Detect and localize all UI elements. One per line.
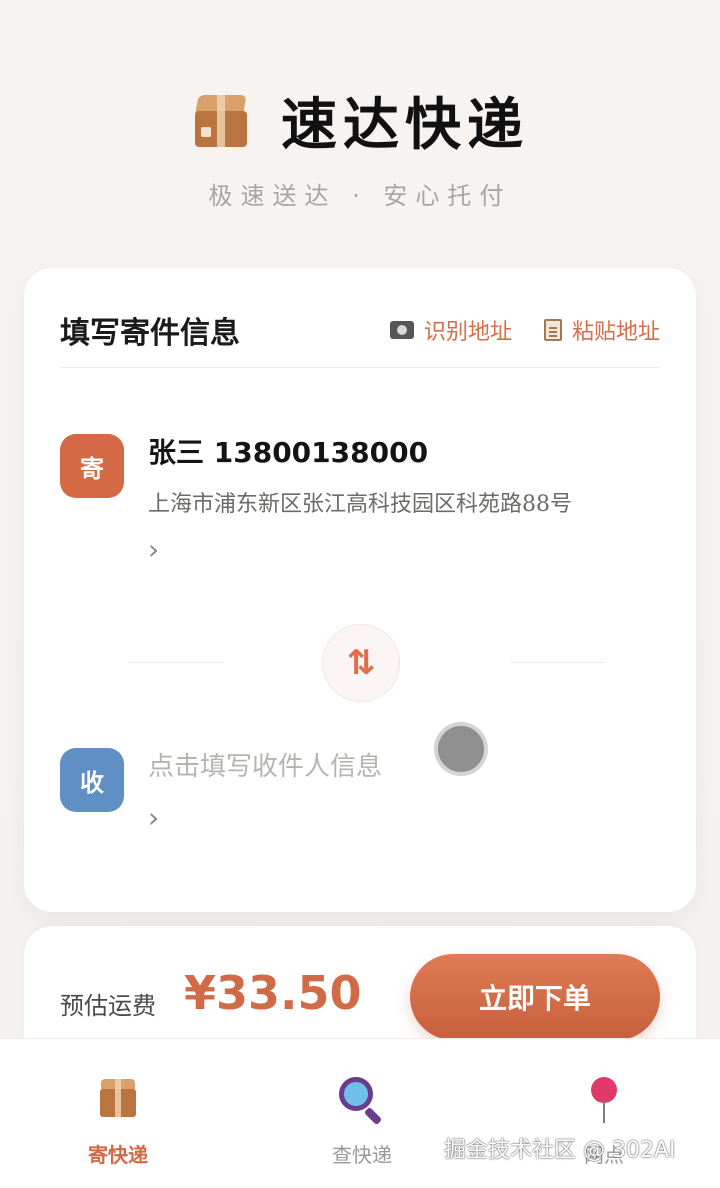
clipboard-icon — [543, 318, 562, 341]
price-bar: 预估运费 ¥33.50 立即下单 — [24, 926, 696, 1056]
chevron-right-icon: › — [148, 801, 160, 834]
recognize-address-label: 识别地址 — [423, 319, 512, 345]
receiver-placeholder: 点击填写收件人信息 — [148, 752, 383, 782]
receiver-info: 点击填写收件人信息 › — [148, 748, 660, 832]
recognize-address-button[interactable]: 识别地址 — [389, 314, 512, 346]
estimated-fee-value: ¥33.50 — [184, 966, 362, 1020]
sender-name-phone: 张三 13800138000 — [148, 436, 429, 469]
divider-right — [510, 662, 606, 663]
sender-row[interactable]: 寄 张三 13800138000 上海市浦东新区张江高科技园区科苑路88号 › — [60, 434, 660, 574]
location-pin-icon — [589, 1077, 619, 1123]
package-box-icon — [191, 91, 251, 151]
receiver-badge: 收 — [60, 748, 124, 812]
sender-address: 上海市浦东新区张江高科技园区科苑路88号 — [148, 492, 572, 517]
place-order-button[interactable]: 立即下单 — [410, 954, 660, 1040]
estimated-fee-label: 预估运费 — [60, 992, 156, 1020]
chevron-right-icon: › — [148, 533, 160, 566]
address-actions: 识别地址 粘贴地址 — [389, 314, 660, 346]
nav-send-label: 寄快递 — [88, 1143, 148, 1167]
shipping-form-card: 填写寄件信息 识别地址 粘贴地址 寄 张三 13800138000 上海市浦东新… — [24, 268, 696, 912]
bottom-nav: 寄快递 查快递 网点 — [0, 1038, 720, 1188]
package-box-icon — [98, 1079, 138, 1121]
app-title: 速达快递 — [281, 93, 529, 158]
divider-left — [128, 662, 224, 663]
paste-address-label: 粘贴地址 — [571, 319, 660, 345]
nav-track-express[interactable]: 查快递 — [292, 1075, 432, 1168]
receiver-row[interactable]: 收 点击填写收件人信息 › — [60, 748, 660, 868]
card-header: 填写寄件信息 识别地址 粘贴地址 — [60, 308, 660, 368]
nav-track-label: 查快递 — [332, 1143, 392, 1167]
app-subtitle: 极速送达 · 安心托付 — [208, 182, 512, 210]
swap-icon: ⇅ — [346, 643, 376, 683]
sender-badge: 寄 — [60, 434, 124, 498]
nav-send-express[interactable]: 寄快递 — [48, 1075, 188, 1168]
app-header: 速达快递 — [0, 80, 720, 161]
magnifier-icon — [339, 1077, 385, 1126]
app-page: 速达快递 极速送达 · 安心托付 填写寄件信息 识别地址 粘贴地址 寄 张三 1… — [0, 0, 720, 1188]
touch-indicator — [434, 722, 488, 776]
paste-address-button[interactable]: 粘贴地址 — [543, 314, 660, 346]
camera-icon — [389, 320, 414, 339]
sender-info: 张三 13800138000 上海市浦东新区张江高科技园区科苑路88号 › — [148, 434, 660, 564]
card-title: 填写寄件信息 — [60, 315, 240, 351]
swap-address-button[interactable]: ⇅ — [322, 624, 400, 702]
watermark-text: 掘金技术社区 @ 302AI — [444, 1138, 676, 1163]
